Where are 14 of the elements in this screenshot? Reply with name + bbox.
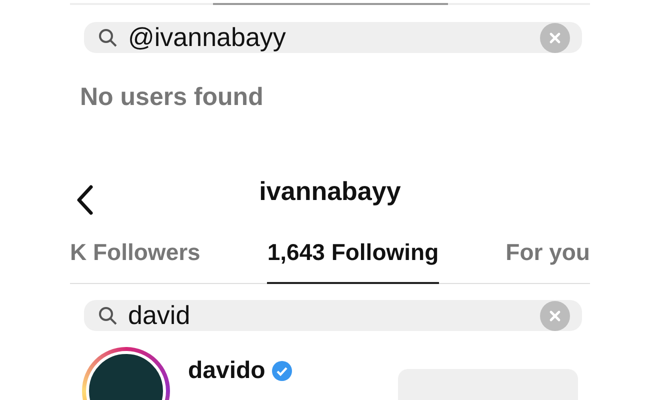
profile-title: ivannabayy bbox=[259, 176, 401, 207]
clear-button[interactable] bbox=[540, 22, 570, 52]
close-icon bbox=[549, 32, 561, 44]
search-icon bbox=[98, 306, 118, 326]
clear-button[interactable] bbox=[540, 300, 570, 330]
search-icon bbox=[98, 28, 118, 48]
tab[interactable]: For you bbox=[506, 235, 590, 284]
search-field[interactable]: @ivannabayy bbox=[84, 22, 582, 53]
no-results-text: No users found bbox=[80, 83, 264, 112]
tab[interactable]: 1,643 Following bbox=[267, 235, 439, 284]
search-field[interactable]: david bbox=[84, 300, 582, 331]
username: davido bbox=[188, 357, 266, 385]
close-icon bbox=[549, 310, 561, 322]
tab[interactable]: K Followers bbox=[70, 235, 200, 284]
